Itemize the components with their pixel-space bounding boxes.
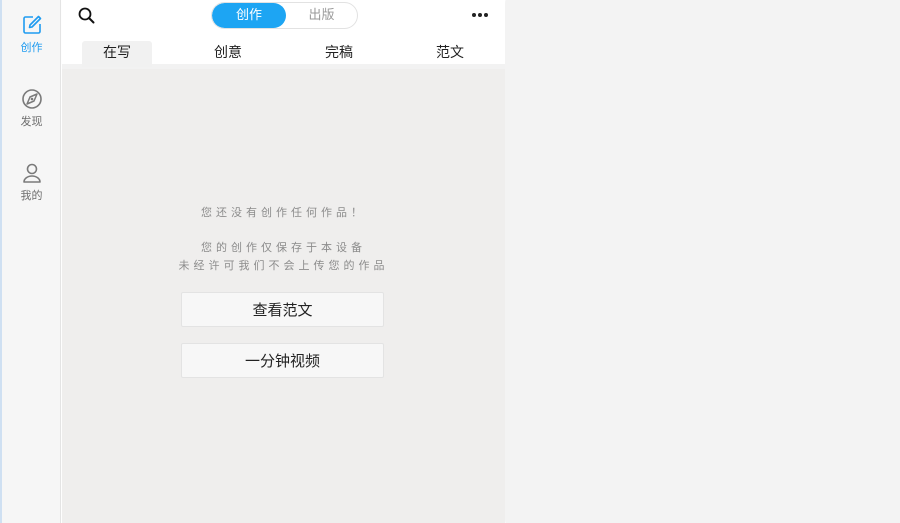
more-button[interactable] (472, 8, 490, 22)
sidebar-item-create[interactable]: 创作 (2, 14, 61, 55)
privacy-notice: 未经许可我们不会上传您的作品 (178, 259, 389, 272)
sidebar-item-label: 发现 (20, 115, 43, 128)
view-samples-button[interactable]: 查看范文 (181, 292, 384, 327)
search-button[interactable] (77, 6, 97, 26)
segment-create[interactable]: 创作 (212, 3, 286, 28)
more-icon (472, 13, 476, 17)
works-panel: 创作 出版 在写 创意 完稿 范文 您还没有创作任何作品！ 您的创作仅保存于本设… (62, 0, 505, 523)
sidebar-item-mine[interactable]: 我的 (2, 162, 61, 203)
segment-publish[interactable]: 出版 (286, 3, 357, 28)
sidebar-item-discover[interactable]: 发现 (2, 88, 61, 129)
storage-notice: 您的创作仅保存于本设备 (201, 241, 366, 254)
user-icon (22, 163, 41, 183)
app-window: 创作 发现 我的 创作 出版 在写 创意 完稿 范文 您还没有创作任何作品！ 您… (0, 0, 900, 523)
discover-icon (21, 89, 42, 109)
tab-bar: 在写 创意 完稿 范文 (62, 34, 505, 69)
sidebar: 创作 发现 我的 (0, 0, 61, 523)
sidebar-item-label: 我的 (20, 189, 43, 202)
tab-samples[interactable]: 范文 (415, 41, 485, 67)
content-area (506, 0, 900, 523)
tab-writing[interactable]: 在写 (82, 41, 152, 67)
tab-finished[interactable]: 完稿 (304, 41, 374, 67)
sidebar-item-label: 创作 (20, 41, 43, 54)
edit-icon (22, 15, 41, 34)
empty-message: 您还没有创作任何作品！ (201, 206, 366, 219)
mode-switch: 创作 出版 (211, 2, 358, 29)
one-minute-video-button[interactable]: 一分钟视频 (181, 343, 384, 378)
search-icon (78, 7, 95, 24)
tab-ideas[interactable]: 创意 (193, 41, 263, 67)
top-bar: 创作 出版 (62, 0, 505, 34)
